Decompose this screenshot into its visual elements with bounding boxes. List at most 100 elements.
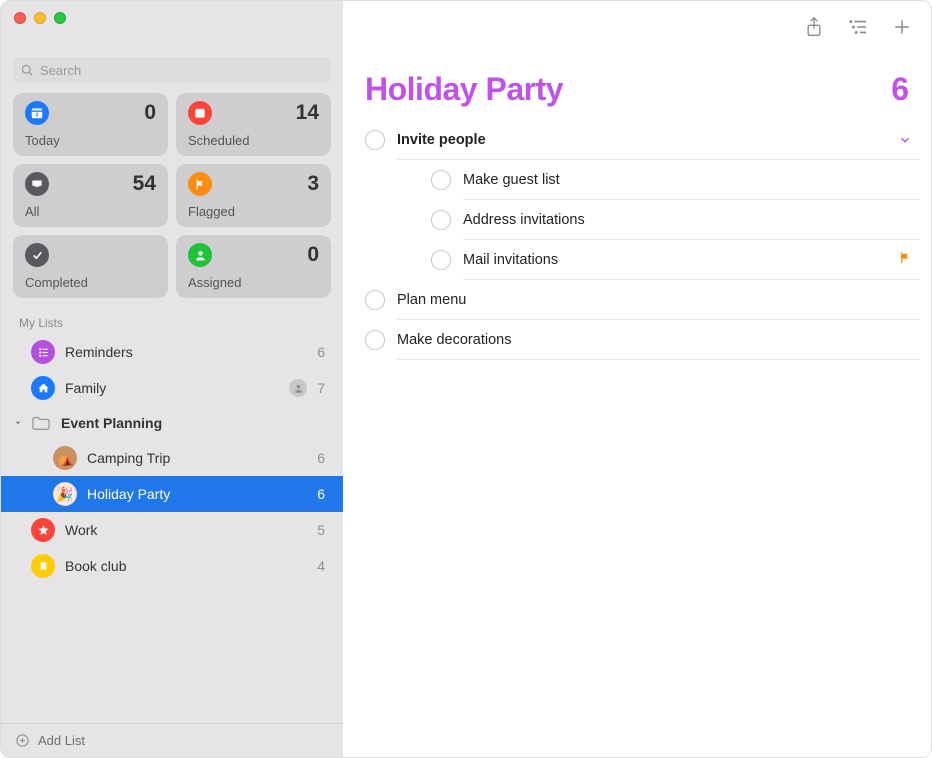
shared-icon (289, 379, 307, 397)
reminder-checkbox[interactable] (431, 210, 451, 230)
smart-today[interactable]: 3 0 Today (13, 93, 168, 156)
reminder-row[interactable]: Plan menu (365, 280, 919, 320)
smart-all-label: All (25, 204, 39, 219)
calendar-icon (188, 101, 212, 125)
list-count: 6 (317, 486, 329, 502)
expand-subtasks-button[interactable] (895, 130, 915, 150)
smart-completed-label: Completed (25, 275, 88, 290)
reminder-checkbox[interactable] (365, 130, 385, 150)
smart-assigned-label: Assigned (188, 275, 241, 290)
smart-scheduled[interactable]: 14 Scheduled (176, 93, 331, 156)
reminder-checkbox[interactable] (431, 170, 451, 190)
divider (397, 359, 919, 360)
smart-assigned[interactable]: 0 Assigned (176, 235, 331, 298)
group-event-planning[interactable]: Event Planning (1, 406, 343, 440)
person-icon (188, 243, 212, 267)
sidebar: Search 3 0 Today 14 Scheduled (1, 1, 343, 757)
reminder-checkbox[interactable] (431, 250, 451, 270)
reminder-text[interactable]: Address invitations (463, 202, 919, 238)
list-count: 6 (317, 344, 329, 360)
add-list-label: Add List (38, 733, 85, 748)
minimize-window-button[interactable] (34, 12, 46, 24)
tray-icon (25, 172, 49, 196)
reminder-text[interactable]: Invite people (397, 122, 895, 158)
reminder-row[interactable]: Invite people (365, 120, 919, 160)
party-emoji-icon: 🎉 (53, 482, 77, 506)
add-list-button[interactable]: Add List (1, 723, 343, 757)
close-window-button[interactable] (14, 12, 26, 24)
flag-icon (898, 250, 913, 270)
smart-completed[interactable]: Completed (13, 235, 168, 298)
list-label: Camping Trip (87, 450, 170, 466)
view-options-button[interactable] (847, 16, 869, 38)
mylists: Reminders 6 Family 7 (1, 334, 343, 584)
smart-flagged-count: 3 (307, 172, 319, 196)
list-label: Reminders (65, 344, 133, 360)
share-icon (804, 16, 824, 38)
folder-icon (29, 413, 53, 433)
reminder-row[interactable]: Address invitations (365, 200, 919, 240)
list-count: 6 (317, 450, 329, 466)
smart-lists-grid: 3 0 Today 14 Scheduled 54 (1, 93, 343, 306)
list-bullet-icon (31, 340, 55, 364)
smart-all-count: 54 (133, 172, 156, 196)
house-icon (31, 376, 55, 400)
list-label: Work (65, 522, 97, 538)
reminder-text[interactable]: Mail invitations (463, 242, 898, 278)
reminders-list: Invite people Make guest list Address in… (343, 120, 931, 360)
reminder-checkbox[interactable] (365, 290, 385, 310)
plus-circle-icon (15, 733, 30, 748)
list-camping-trip[interactable]: ⛺ Camping Trip 6 (1, 440, 343, 476)
mylists-header: My Lists (1, 306, 343, 334)
list-label: Book club (65, 558, 126, 574)
list-label: Holiday Party (87, 486, 170, 502)
chevron-down-icon[interactable] (13, 418, 25, 428)
smart-scheduled-label: Scheduled (188, 133, 249, 148)
smart-assigned-count: 0 (307, 243, 319, 267)
main-pane: Holiday Party 6 Invite people Make guest… (343, 1, 931, 757)
flag-icon (188, 172, 212, 196)
smart-flagged[interactable]: 3 Flagged (176, 164, 331, 227)
reminder-checkbox[interactable] (365, 330, 385, 350)
tent-emoji-icon: ⛺ (53, 446, 77, 470)
list-label: Family (65, 380, 106, 396)
smart-flagged-label: Flagged (188, 204, 235, 219)
new-reminder-button[interactable] (891, 16, 913, 38)
window-controls[interactable] (14, 12, 66, 24)
list-header: Holiday Party 6 (343, 53, 931, 120)
list-count: 5 (317, 522, 329, 538)
list-count: 7 (317, 380, 329, 396)
group-label: Event Planning (61, 415, 162, 431)
svg-text:3: 3 (36, 113, 39, 119)
smart-scheduled-count: 14 (296, 101, 319, 125)
bookmark-icon (31, 554, 55, 578)
search-input[interactable]: Search (13, 57, 331, 83)
search-placeholder: Search (40, 63, 81, 78)
checkmark-icon (25, 243, 49, 267)
calendar-today-icon: 3 (25, 101, 49, 125)
list-count: 4 (317, 558, 329, 574)
reminder-row[interactable]: Make guest list (365, 160, 919, 200)
list-indent-icon (847, 18, 869, 36)
smart-today-label: Today (25, 133, 60, 148)
list-book-club[interactable]: Book club 4 (1, 548, 343, 584)
smart-all[interactable]: 54 All (13, 164, 168, 227)
list-title: Holiday Party (365, 71, 563, 108)
smart-today-count: 0 (144, 101, 156, 125)
list-family[interactable]: Family 7 (1, 370, 343, 406)
reminder-text[interactable]: Make guest list (463, 162, 919, 198)
share-button[interactable] (803, 16, 825, 38)
zoom-window-button[interactable] (54, 12, 66, 24)
list-holiday-party[interactable]: 🎉 Holiday Party 6 (1, 476, 343, 512)
reminder-row[interactable]: Mail invitations (365, 240, 919, 280)
toolbar (343, 1, 931, 53)
reminder-text[interactable]: Make decorations (397, 322, 919, 358)
reminder-row[interactable]: Make decorations (365, 320, 919, 360)
search-icon (21, 64, 34, 77)
star-icon (31, 518, 55, 542)
list-reminders[interactable]: Reminders 6 (1, 334, 343, 370)
reminder-text[interactable]: Plan menu (397, 282, 919, 318)
plus-icon (892, 17, 912, 37)
list-total-count: 6 (891, 71, 909, 108)
list-work[interactable]: Work 5 (1, 512, 343, 548)
